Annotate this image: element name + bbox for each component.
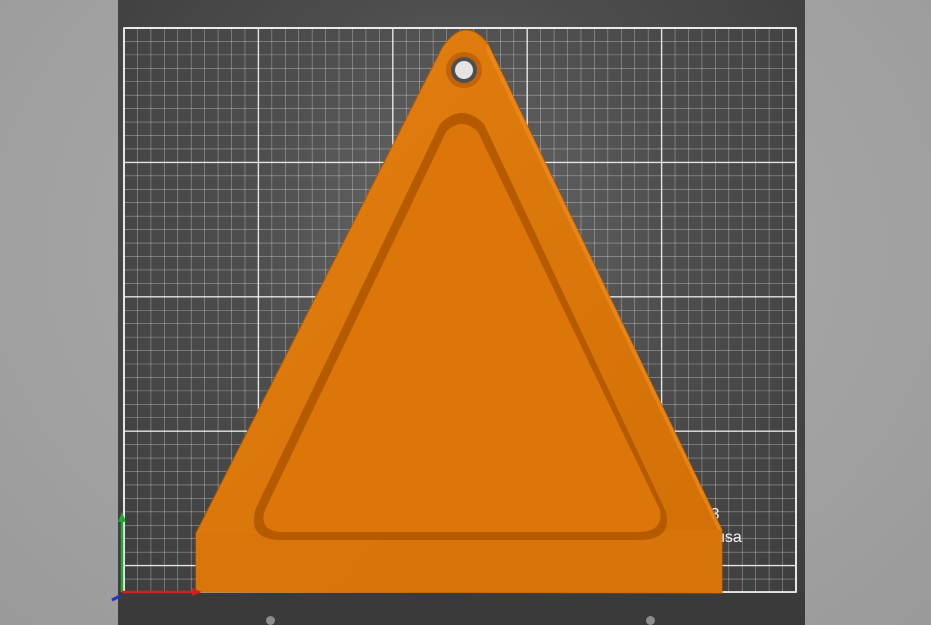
z-axis-line	[111, 594, 121, 602]
3d-viewport[interactable]: K3 Prusa	[0, 0, 931, 625]
axis-gizmo	[111, 512, 202, 602]
y-axis-arrow	[118, 512, 126, 522]
x-axis-arrow	[192, 588, 202, 596]
